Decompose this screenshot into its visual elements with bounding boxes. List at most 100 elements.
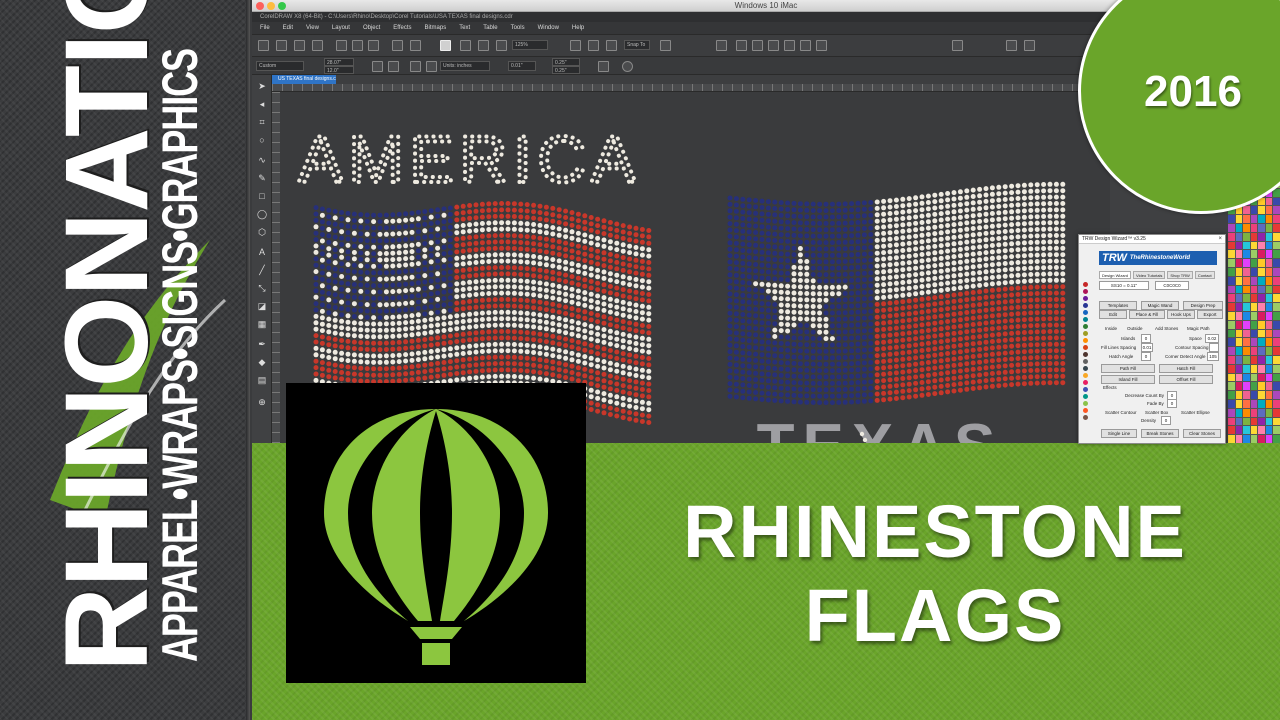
design-prep-button[interactable]: Design Prep bbox=[1183, 301, 1223, 310]
palette-swatch[interactable] bbox=[1243, 364, 1250, 373]
palette-swatch[interactable] bbox=[1273, 355, 1280, 364]
stone-color-swatch[interactable] bbox=[1083, 289, 1088, 294]
palette-swatch[interactable] bbox=[1273, 188, 1280, 197]
stone-color-swatch[interactable] bbox=[1083, 331, 1088, 336]
palette-swatch[interactable] bbox=[1265, 232, 1273, 241]
palette-swatch[interactable] bbox=[1235, 347, 1243, 355]
palette-swatch[interactable] bbox=[1228, 338, 1235, 347]
palette-swatch[interactable] bbox=[1228, 250, 1235, 259]
palette-swatch[interactable] bbox=[1250, 311, 1258, 320]
palette-swatch[interactable] bbox=[1258, 206, 1265, 215]
palette-swatch[interactable] bbox=[1228, 382, 1235, 391]
palette-swatch[interactable] bbox=[1258, 215, 1265, 223]
palette-swatch[interactable] bbox=[1250, 250, 1258, 259]
stone-color-swatch[interactable] bbox=[1083, 408, 1088, 413]
menu-text[interactable]: Text bbox=[459, 25, 470, 31]
interactive-fill-icon[interactable]: ◆ bbox=[257, 357, 267, 367]
palette-swatch[interactable] bbox=[1250, 408, 1258, 417]
cut-icon[interactable] bbox=[336, 40, 347, 51]
drop-shadow-icon[interactable]: ◪ bbox=[257, 301, 267, 311]
scatter-contour-option[interactable]: Scatter Contour bbox=[1105, 408, 1137, 417]
palette-swatch[interactable] bbox=[1258, 391, 1265, 399]
page-width-field[interactable]: 28.07" bbox=[324, 58, 354, 66]
import-icon[interactable] bbox=[460, 40, 471, 51]
palette-swatch[interactable] bbox=[1265, 241, 1273, 250]
palette-swatch[interactable] bbox=[1265, 311, 1273, 320]
palette-swatch[interactable] bbox=[1265, 303, 1273, 311]
break-apart-icon[interactable] bbox=[1006, 40, 1017, 51]
zoom-tool-icon[interactable]: ○ bbox=[257, 135, 267, 145]
palette-swatch[interactable] bbox=[1250, 355, 1258, 364]
palette-swatch[interactable] bbox=[1235, 426, 1243, 435]
palette-swatch[interactable] bbox=[1250, 206, 1258, 215]
stone-color-swatch[interactable] bbox=[1083, 310, 1088, 315]
palette-swatch[interactable] bbox=[1273, 259, 1280, 267]
hatch-fill-button[interactable]: Hatch Fill bbox=[1159, 364, 1213, 373]
hook-ups-button[interactable]: Hook Ups bbox=[1167, 310, 1195, 319]
palette-swatch[interactable] bbox=[1243, 294, 1250, 303]
palette-swatch[interactable] bbox=[1258, 338, 1265, 347]
corner-detect-field[interactable]: 105 bbox=[1207, 352, 1219, 361]
palette-swatch[interactable] bbox=[1258, 303, 1265, 311]
palette-swatch[interactable] bbox=[1235, 355, 1243, 364]
palette-swatch[interactable] bbox=[1258, 399, 1265, 408]
parallel-dimension-icon[interactable]: ╱ bbox=[257, 265, 267, 275]
save-icon[interactable] bbox=[294, 40, 305, 51]
open-icon[interactable] bbox=[276, 40, 287, 51]
palette-swatch[interactable] bbox=[1250, 294, 1258, 303]
palette-swatch[interactable] bbox=[1235, 215, 1243, 223]
palette-swatch[interactable] bbox=[1243, 320, 1250, 329]
palette-swatch[interactable] bbox=[1250, 276, 1258, 285]
palette-swatch[interactable] bbox=[1265, 382, 1273, 391]
menu-file[interactable]: File bbox=[260, 25, 270, 31]
vertical-ruler[interactable] bbox=[272, 92, 280, 443]
scatter-ellipse-option[interactable]: Scatter Ellipse bbox=[1181, 408, 1210, 417]
palette-swatch[interactable] bbox=[1265, 285, 1273, 294]
palette-swatch[interactable] bbox=[1265, 338, 1273, 347]
palette-swatch[interactable] bbox=[1265, 391, 1273, 399]
palette-swatch[interactable] bbox=[1228, 285, 1235, 294]
palette-swatch[interactable] bbox=[1228, 399, 1235, 408]
menu-tools[interactable]: Tools bbox=[511, 25, 525, 31]
stone-color-swatch[interactable] bbox=[1083, 394, 1088, 399]
polygon-tool-icon[interactable]: ⬡ bbox=[257, 227, 267, 237]
palette-swatch[interactable] bbox=[1250, 391, 1258, 399]
palette-swatch[interactable] bbox=[1228, 267, 1235, 276]
palette-swatch[interactable] bbox=[1250, 303, 1258, 311]
palette-swatch[interactable] bbox=[1250, 232, 1258, 241]
palette-swatch[interactable] bbox=[1273, 250, 1280, 259]
palette-swatch[interactable] bbox=[1258, 267, 1265, 276]
palette-swatch[interactable] bbox=[1258, 435, 1265, 443]
paste-icon[interactable] bbox=[368, 40, 379, 51]
copy-icon[interactable] bbox=[352, 40, 363, 51]
palette-swatch[interactable] bbox=[1265, 355, 1273, 364]
magic-wand-button[interactable]: Magic Wand bbox=[1141, 301, 1179, 310]
add-tool-icon[interactable]: ⊕ bbox=[257, 397, 267, 407]
palette-swatch[interactable] bbox=[1228, 276, 1235, 285]
palette-swatch[interactable] bbox=[1243, 232, 1250, 241]
palette-swatch[interactable] bbox=[1243, 338, 1250, 347]
export-button[interactable]: Export bbox=[1197, 310, 1223, 319]
palette-swatch[interactable] bbox=[1235, 232, 1243, 241]
palette-swatch[interactable] bbox=[1243, 259, 1250, 267]
palette-swatch[interactable] bbox=[1250, 223, 1258, 232]
palette-swatch[interactable] bbox=[1235, 267, 1243, 276]
palette-swatch[interactable] bbox=[1228, 303, 1235, 311]
palette-swatch[interactable] bbox=[1250, 399, 1258, 408]
zoom-level-field[interactable]: 125% bbox=[512, 40, 548, 50]
hatch-angle-field[interactable]: 0 bbox=[1141, 352, 1151, 361]
palette-swatch[interactable] bbox=[1228, 364, 1235, 373]
palette-swatch[interactable] bbox=[1235, 320, 1243, 329]
palette-swatch[interactable] bbox=[1228, 311, 1235, 320]
combine-icon[interactable] bbox=[768, 40, 779, 51]
palette-swatch[interactable] bbox=[1258, 276, 1265, 285]
palette-swatch[interactable] bbox=[1265, 320, 1273, 329]
palette-swatch[interactable] bbox=[1265, 276, 1273, 285]
palette-swatch[interactable] bbox=[1228, 435, 1235, 443]
palette-swatch[interactable] bbox=[1273, 399, 1280, 408]
palette-swatch[interactable] bbox=[1250, 329, 1258, 338]
all-pages-icon[interactable] bbox=[410, 61, 421, 72]
stone-color-swatch[interactable] bbox=[1083, 380, 1088, 385]
palette-swatch[interactable] bbox=[1273, 417, 1280, 426]
stone-color-swatch[interactable] bbox=[1083, 303, 1088, 308]
